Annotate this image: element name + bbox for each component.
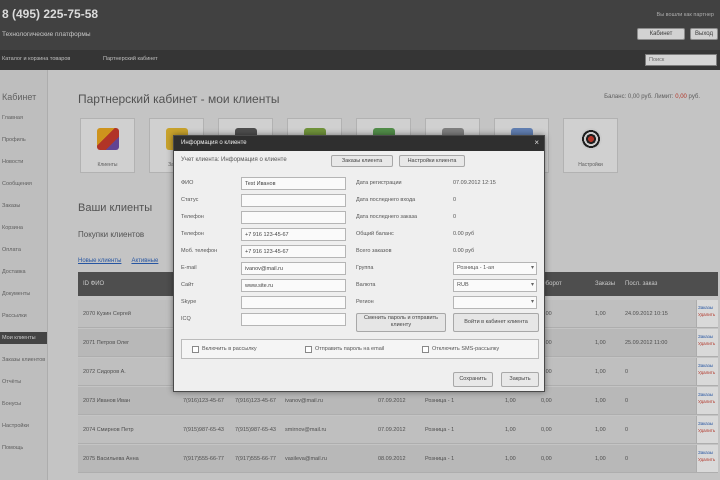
dialog-title: Информация о клиенте [181, 140, 247, 146]
select-field[interactable]: ▾ [453, 296, 537, 309]
info-label: Общий баланс [356, 231, 394, 237]
chevron-down-icon[interactable]: ▾ [531, 263, 534, 274]
checkbox-box[interactable] [305, 346, 312, 353]
client-orders-button[interactable]: Заказы клиента [331, 155, 393, 167]
option-checkbox[interactable]: Включить в рассылку [192, 346, 257, 353]
field-input[interactable] [241, 296, 346, 309]
field-input[interactable] [241, 211, 346, 224]
dialog-titlebar: Информация о клиенте × [174, 136, 544, 151]
info-label: Дата последнего входа [356, 197, 416, 203]
login-as-client-button[interactable]: Войти в кабинет клиента [453, 313, 539, 332]
select-value: RUB [457, 282, 469, 288]
option-checkbox[interactable]: Отправить пароль на email [305, 346, 384, 353]
field-label: ФИО [181, 180, 194, 186]
info-label: Дата регистрации [356, 180, 402, 186]
select-label: Регион [356, 299, 374, 305]
close-button[interactable]: Закрыть [501, 372, 539, 387]
chevron-down-icon[interactable]: ▾ [531, 280, 534, 291]
field-label: E-mail [181, 265, 197, 271]
field-input[interactable] [241, 313, 346, 326]
info-value: 0.00 руб [453, 248, 475, 254]
field-label: Skype [181, 299, 197, 305]
field-label: ICQ [181, 316, 191, 322]
select-label: Валюта [356, 282, 376, 288]
field-input[interactable] [241, 228, 346, 241]
info-label: Дата последнего заказа [356, 214, 418, 220]
close-icon[interactable]: × [534, 138, 539, 148]
select-label: Группа [356, 265, 374, 271]
field-label: Телефон [181, 231, 204, 237]
chevron-down-icon[interactable]: ▾ [531, 297, 534, 308]
field-label: Моб. телефон [181, 248, 218, 254]
option-checkbox[interactable]: Отключить SMS-рассылку [422, 346, 499, 353]
field-input[interactable] [241, 245, 346, 258]
reset-password-button[interactable]: Сменить пароль и отправить клиенту [356, 313, 446, 332]
checkbox-box[interactable] [422, 346, 429, 353]
dialog-subtitle: Учет клиента: Информация о клиенте [181, 157, 287, 163]
info-value: 0 [453, 197, 457, 203]
field-label: Сайт [181, 282, 194, 288]
select-field[interactable]: RUB ▾ [453, 279, 537, 292]
checkbox-label: Отключить SMS-рассылку [432, 346, 500, 352]
info-value: 07.09.2012 12:15 [453, 180, 496, 186]
field-input[interactable] [241, 194, 346, 207]
field-input[interactable] [241, 279, 346, 292]
field-label: Статус [181, 197, 199, 203]
field-input[interactable] [241, 177, 346, 190]
options-group: Включить в рассылку Отправить пароль на e… [181, 339, 539, 359]
checkbox-box[interactable] [192, 346, 199, 353]
info-value: 0 [453, 214, 457, 220]
select-field[interactable]: Розница - 1-ая ▾ [453, 262, 537, 275]
field-input[interactable] [241, 262, 346, 275]
save-button[interactable]: Сохранить [453, 372, 493, 387]
client-settings-button[interactable]: Настройки клиента [399, 155, 465, 167]
field-label: Телефон [181, 214, 204, 220]
client-info-dialog: Информация о клиенте × Учет клиента: Инф… [173, 135, 545, 392]
info-label: Всего заказов [356, 248, 392, 254]
checkbox-label: Отправить пароль на email [315, 346, 385, 352]
info-value: 0.00 руб [453, 231, 475, 237]
checkbox-label: Включить в рассылку [202, 346, 257, 352]
select-value: Розница - 1-ая [457, 265, 495, 271]
